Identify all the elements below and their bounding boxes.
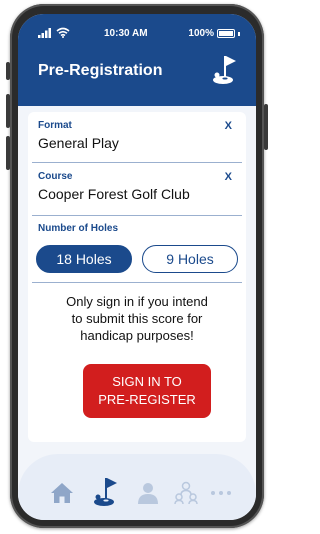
format-value: General Play xyxy=(38,135,119,151)
volume-down-button xyxy=(6,136,10,170)
more-icon[interactable] xyxy=(210,490,232,496)
holes-label: Number of Holes xyxy=(38,223,119,234)
bottom-tab-bar xyxy=(18,454,256,520)
golf-hole-icon xyxy=(213,56,236,84)
handicap-notice: Only sign in if you intend to submit thi… xyxy=(46,293,228,344)
status-bar: 10:30 AM 100% xyxy=(18,27,256,43)
holes-9-label: 9 Holes xyxy=(166,251,214,267)
course-clear-button[interactable]: X xyxy=(225,171,232,183)
home-icon[interactable] xyxy=(50,482,74,504)
divider xyxy=(32,282,242,283)
sign-in-button-line2: PRE-REGISTER xyxy=(98,392,196,407)
volume-up-button xyxy=(6,94,10,128)
status-left xyxy=(38,27,70,38)
format-field[interactable]: Format X General Play xyxy=(28,112,246,162)
battery-icon xyxy=(217,29,235,38)
page-title: Pre-Registration xyxy=(38,62,163,79)
sign-in-button[interactable]: SIGN IN TO PRE-REGISTER xyxy=(83,364,211,418)
notice-line: to submit this score for xyxy=(71,311,203,326)
divider xyxy=(32,215,242,216)
status-time: 10:30 AM xyxy=(104,28,148,39)
group-icon[interactable] xyxy=(174,481,198,505)
sign-in-button-line1: SIGN IN TO xyxy=(112,374,182,389)
holes-18-option[interactable]: 18 Holes xyxy=(36,245,132,273)
wifi-icon xyxy=(56,27,70,38)
format-clear-button[interactable]: X xyxy=(225,120,232,132)
course-value: Cooper Forest Golf Club xyxy=(38,186,190,202)
holes-9-option[interactable]: 9 Holes xyxy=(142,245,238,273)
app-header: 10:30 AM 100% Pre-Registration xyxy=(18,14,256,106)
battery-percent: 100% xyxy=(188,28,214,39)
cellular-signal-icon xyxy=(38,27,51,38)
registration-card: Format X General Play Course X Cooper Fo… xyxy=(28,112,246,442)
notice-line: Only sign in if you intend xyxy=(66,294,208,309)
holes-18-label: 18 Holes xyxy=(56,251,112,267)
power-button xyxy=(264,104,268,150)
mute-switch xyxy=(6,62,10,80)
format-label: Format xyxy=(38,120,72,131)
course-field[interactable]: Course X Cooper Forest Golf Club xyxy=(28,163,246,215)
course-label: Course xyxy=(38,171,73,182)
golf-hole-tab-icon[interactable] xyxy=(92,476,120,508)
app-screen: 10:30 AM 100% Pre-Registration Format X … xyxy=(18,14,256,520)
person-icon[interactable] xyxy=(136,481,160,505)
notice-line: handicap purposes! xyxy=(80,328,194,343)
battery-indicator: 100% xyxy=(188,28,240,39)
